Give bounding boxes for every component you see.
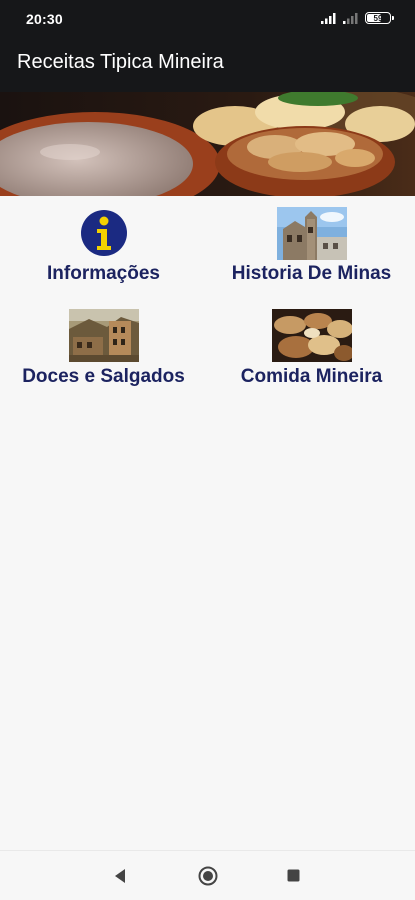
signal-strong-icon (321, 13, 336, 24)
menu-item-comida-mineira[interactable]: Comida Mineira (208, 309, 415, 395)
home-icon[interactable] (198, 866, 218, 886)
menu-item-label: Doces e Salgados (22, 366, 185, 387)
info-icon (80, 210, 127, 256)
app-bar: Receitas Tipica Mineira (0, 38, 415, 92)
back-icon[interactable] (113, 868, 127, 884)
menu-item-historia-de-minas[interactable]: Historia De Minas (208, 196, 415, 296)
app-title: Receitas Tipica Mineira (17, 51, 224, 73)
signal-weak-icon (343, 13, 358, 24)
menu-item-label: Informações (47, 263, 160, 284)
status-bar: 20:30 59 (0, 0, 415, 38)
town-photo (68, 309, 139, 362)
battery-icon: 59 (365, 12, 394, 24)
status-icons: 59 (321, 12, 394, 24)
status-time: 20:30 (26, 11, 63, 27)
food-photo (271, 309, 352, 362)
menu-item-doces-e-salgados[interactable]: Doces e Salgados (0, 309, 207, 395)
menu-item-label: Comida Mineira (240, 366, 383, 387)
system-nav-bar (0, 850, 415, 900)
recents-icon[interactable] (287, 869, 300, 882)
church-photo (276, 207, 347, 260)
header-banner-image (0, 92, 415, 196)
menu-item-label: Historia De Minas (231, 263, 392, 284)
battery-level: 59 (373, 13, 383, 23)
menu-item-informacoes[interactable]: Informações (0, 196, 207, 296)
